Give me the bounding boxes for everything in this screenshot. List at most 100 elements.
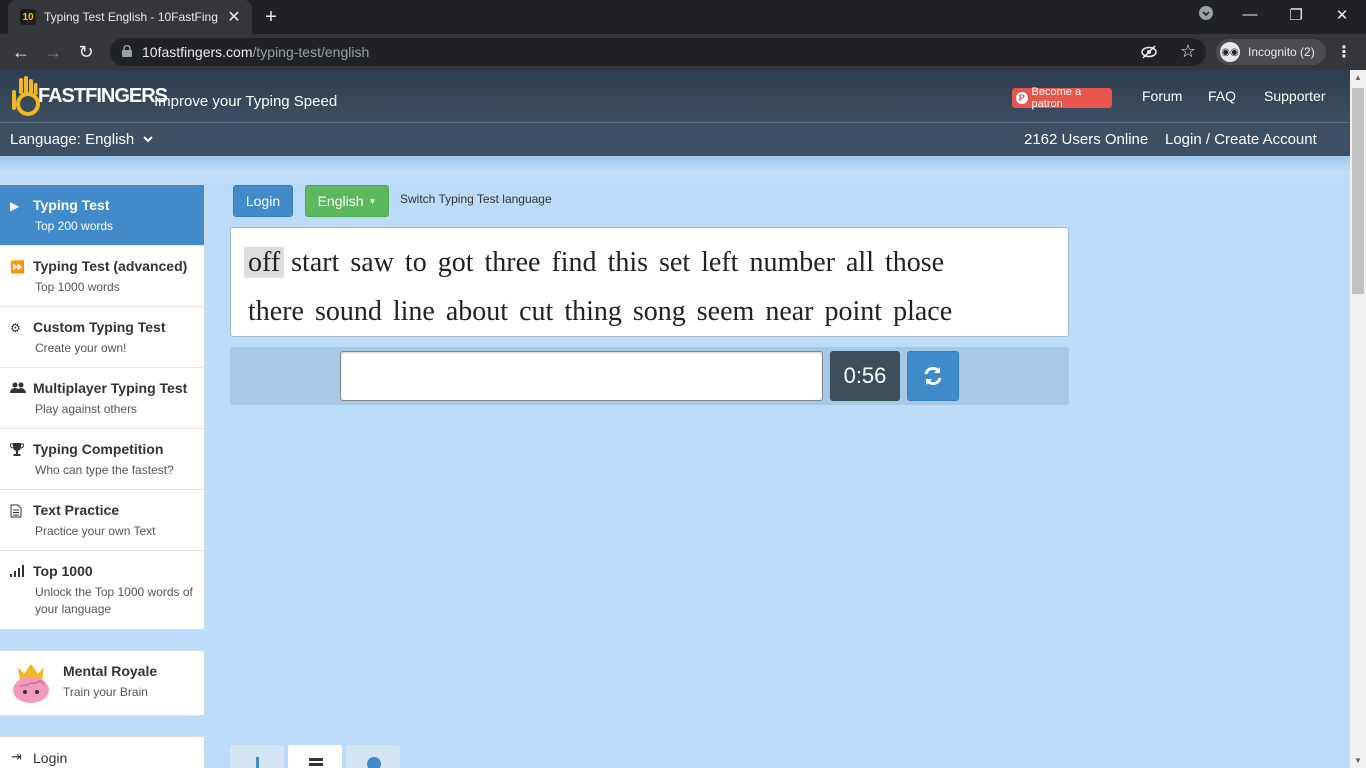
- browser-menu-icon[interactable]: ⋮: [1336, 42, 1352, 62]
- back-arrow-icon[interactable]: ←: [10, 42, 32, 62]
- sidebar-menu: ▶ Typing Test Top 200 words ⏩ Typing Tes…: [0, 184, 205, 630]
- sidebar-item-typing-test[interactable]: ▶ Typing Test Top 200 words: [0, 185, 204, 246]
- document-icon: [10, 504, 26, 521]
- site-header: FASTFINGERS Improve your Typing Speed P …: [0, 70, 1350, 122]
- forum-link[interactable]: Forum: [1142, 88, 1182, 104]
- royale-title: Mental Royale: [63, 663, 158, 679]
- sidebar-item-multiplayer[interactable]: Multiplayer Typing Test Play against oth…: [0, 368, 204, 429]
- play-icon: ▶: [10, 199, 20, 213]
- word: there: [248, 296, 304, 327]
- word: left: [701, 247, 739, 278]
- sidebar-item-text-practice[interactable]: Text Practice Practice your own Text: [0, 490, 204, 551]
- word: thing: [564, 296, 622, 327]
- royale-subtitle: Train your Brain: [63, 685, 148, 699]
- browser-tab[interactable]: 10 Typing Test English - 10FastFingers ✕: [8, 0, 252, 34]
- result-tabs: [230, 745, 404, 768]
- patreon-icon: P: [1016, 92, 1028, 104]
- word: cut: [519, 296, 554, 327]
- sidebar-item-top-1000[interactable]: Top 1000 Unlock the Top 1000 words of yo…: [0, 551, 204, 629]
- crowned-brain-icon: [13, 664, 49, 703]
- word: seem: [696, 296, 755, 327]
- word-line-1: off start saw to got three find this set left numb…: [244, 238, 1068, 287]
- word: near: [765, 296, 814, 327]
- tab-close-icon[interactable]: ✕: [226, 7, 242, 27]
- sidebar-item-custom-typing-test[interactable]: ⚙ Custom Typing Test Create your own!: [0, 307, 204, 368]
- current-word: off: [244, 247, 285, 278]
- tab-globe[interactable]: [346, 745, 400, 768]
- site-slogan: Improve your Typing Speed: [154, 93, 338, 110]
- users-icon: [10, 382, 26, 397]
- word: number: [749, 247, 835, 278]
- sidebar-item-competition[interactable]: Typing Competition Who can type the fast…: [0, 429, 204, 490]
- login-button[interactable]: Login: [233, 185, 293, 217]
- countdown-timer: 0:56: [830, 351, 900, 401]
- address-bar[interactable]: 10fastfingers.com/typing-test/english ☆: [110, 38, 1206, 66]
- page-viewport: FASTFINGERS Improve your Typing Speed P …: [0, 70, 1366, 768]
- tab-statistics[interactable]: [230, 745, 284, 768]
- sidebar-login[interactable]: ⇥ Login: [0, 736, 205, 768]
- login-create-account-link[interactable]: Login / Create Account: [1165, 131, 1317, 148]
- browser-tab-strip: 10 Typing Test English - 10FastFingers ✕…: [0, 0, 1366, 34]
- scroll-up-arrow-icon[interactable]: ▲: [1354, 73, 1362, 82]
- sign-in-icon: ⇥: [11, 749, 22, 764]
- chevron-down-icon: [143, 136, 154, 143]
- word: point: [824, 296, 883, 327]
- word: saw: [350, 247, 394, 278]
- users-online-count: 2162 Users Online: [1024, 131, 1149, 148]
- mental-royale-card[interactable]: Mental Royale Train your Brain: [0, 650, 205, 716]
- bookmark-star-icon[interactable]: ☆: [1180, 41, 1196, 62]
- header-divider: [0, 156, 1350, 174]
- word: sound: [314, 296, 382, 327]
- forward-arrow-icon[interactable]: →: [42, 42, 64, 62]
- lock-icon: [122, 45, 132, 57]
- word: start: [291, 247, 340, 278]
- bar-chart-icon: [256, 757, 259, 768]
- scrollbar-thumb[interactable]: [1352, 88, 1364, 294]
- word: got: [437, 247, 474, 278]
- supporter-link[interactable]: Supporter: [1264, 88, 1325, 104]
- trophy-icon: [9, 443, 26, 459]
- word: all: [845, 247, 874, 278]
- site-logo[interactable]: FASTFINGERS: [10, 76, 168, 116]
- scroll-down-arrow-icon[interactable]: ▼: [1354, 756, 1362, 765]
- tracking-blocked-eye-icon[interactable]: [1140, 43, 1158, 61]
- hand-logo-icon: [12, 76, 40, 116]
- close-window-button[interactable]: ✕: [1332, 6, 1352, 24]
- word-display: off start saw to got three find this set left numb…: [230, 227, 1069, 337]
- gears-icon: ⚙: [10, 321, 21, 335]
- tab-search-icon[interactable]: [1196, 6, 1216, 24]
- favicon-icon: 10: [20, 9, 36, 25]
- browser-toolbar: ← → ↻ 10fastfingers.com/typing-test/engl…: [0, 34, 1366, 70]
- typing-input[interactable]: [340, 351, 823, 401]
- word: set: [659, 247, 691, 278]
- restart-button[interactable]: [907, 351, 959, 401]
- word: about: [445, 296, 509, 327]
- restore-button[interactable]: ❐: [1286, 6, 1306, 24]
- incognito-profile-button[interactable]: ◉◉ Incognito (2): [1216, 39, 1326, 65]
- switch-language-hint: Switch Typing Test language: [400, 192, 552, 206]
- tab-title: Typing Test English - 10FastFingers: [44, 10, 218, 24]
- word: line: [392, 296, 435, 327]
- refresh-icon: [924, 366, 942, 386]
- word: this: [607, 247, 649, 278]
- page-scrollbar[interactable]: ▲ ▼: [1350, 70, 1366, 768]
- keyboard-icon: [309, 758, 323, 766]
- sidebar-item-typing-test-advanced[interactable]: ⏩ Typing Test (advanced) Top 1000 words: [0, 246, 204, 307]
- site-subheader: Language: English 2162 Users Online Logi…: [0, 122, 1350, 156]
- word: those: [884, 247, 945, 278]
- tab-keyboard[interactable]: [288, 745, 342, 768]
- language-dropdown[interactable]: Language: English: [10, 131, 154, 148]
- new-tab-button[interactable]: +: [260, 6, 282, 29]
- language-select-button[interactable]: English ▼: [305, 185, 389, 217]
- reload-icon[interactable]: ↻: [75, 42, 97, 62]
- sidebar: ▶ Typing Test Top 200 words ⏩ Typing Tes…: [0, 184, 205, 768]
- caret-down-icon: ▼: [368, 196, 377, 206]
- word-line-2: there sound line about cut thing song seem near p…: [244, 287, 1068, 336]
- word: find: [551, 247, 597, 278]
- word: place: [893, 296, 953, 327]
- minimize-button[interactable]: —: [1240, 6, 1260, 23]
- become-patron-button[interactable]: P Become a patron: [1012, 86, 1112, 110]
- faq-link[interactable]: FAQ: [1208, 88, 1236, 104]
- incognito-icon: ◉◉: [1220, 42, 1240, 62]
- url-text: 10fastfingers.com/typing-test/english: [142, 44, 370, 60]
